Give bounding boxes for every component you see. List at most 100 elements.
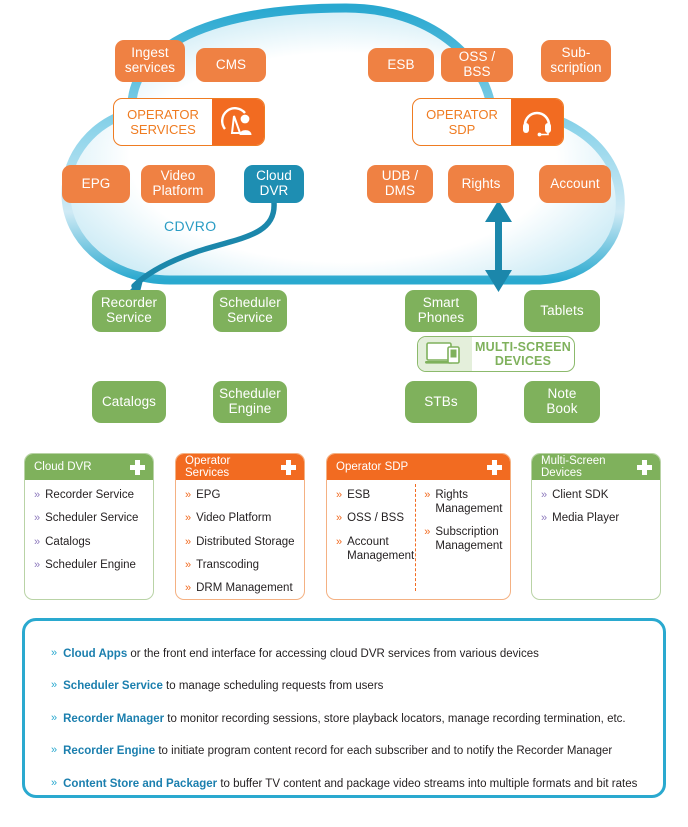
node-scheduler-engine[interactable]: Scheduler Engine	[213, 381, 287, 423]
card-title: Cloud DVR	[34, 460, 92, 473]
card-header: Operator SDP	[327, 454, 510, 480]
list-item[interactable]: » Distributed Storage	[185, 535, 295, 549]
node-scheduler-service[interactable]: Scheduler Service	[213, 290, 287, 332]
legend-term: Content Store and Packager	[63, 777, 218, 790]
headset-icon	[523, 111, 551, 137]
node-label: Scheduler Service	[219, 295, 281, 325]
list-item-label: Distributed Storage	[196, 535, 295, 548]
node-smart-phones[interactable]: Smart Phones	[405, 290, 477, 332]
multiscreen-devices-badge: MULTI-SCREEN DEVICES	[417, 336, 575, 372]
chevron-double-right-icon: »	[51, 744, 58, 757]
card-column: » EPG» Video Platform» Distributed Storage»…	[185, 488, 295, 599]
list-item-label: Video Platform	[196, 512, 272, 525]
list-item[interactable]: » Scheduler Service	[34, 511, 144, 525]
node-label: Tablets	[540, 302, 584, 318]
node-label: Cloud DVR	[256, 168, 292, 198]
list-item[interactable]: » Recorder Service	[34, 488, 144, 502]
legend-row: » Recorder Engine to initiate program con…	[51, 744, 639, 758]
node-cms[interactable]: CMS	[196, 48, 266, 82]
list-item[interactable]: » Client SDK	[541, 488, 651, 502]
multiscreen-devices-icon-cell	[418, 337, 472, 371]
list-item[interactable]: » Rights Management	[424, 488, 502, 516]
node-ingest-services[interactable]: Ingest services	[115, 40, 185, 82]
list-item[interactable]: » Transcoding	[185, 558, 295, 572]
chevron-double-right-icon: »	[336, 535, 343, 548]
node-label: Ingest services	[124, 45, 176, 75]
node-cloud-dvr[interactable]: Cloud DVR	[244, 165, 304, 203]
diagram-canvas: CDVRO Ingest services CMS ESB OSS / BSS Sub-…	[0, 0, 688, 819]
node-label: Recorder Service	[100, 295, 158, 325]
card-title: Operator Services	[185, 454, 231, 479]
card-multi-screen-devices-card[interactable]: Multi-Screen Devices » Client SDK » Media Pl…	[531, 453, 661, 600]
card-header: Operator Services	[176, 454, 304, 480]
list-item-label: OSS / BSS	[347, 512, 405, 525]
cdvro-label: CDVRO	[164, 218, 217, 234]
chevron-double-right-icon: »	[51, 711, 58, 724]
chevron-double-right-icon: »	[51, 679, 58, 692]
list-item[interactable]: » ESB	[336, 488, 414, 502]
list-item-label: EPG	[196, 489, 221, 501]
card-cloud-dvr-card[interactable]: Cloud DVR » Recorder Service » Scheduler Ser…	[24, 453, 154, 600]
chevron-double-right-icon: »	[424, 489, 431, 501]
chevron-double-right-icon: »	[51, 776, 58, 789]
list-item[interactable]: » OSS / BSS	[336, 511, 414, 525]
card-column: » Rights Management » Subscription Manageme…	[414, 488, 502, 572]
card-column: » Recorder Service » Scheduler Service » Cata…	[34, 488, 144, 581]
node-catalogs[interactable]: Catalogs	[92, 381, 166, 423]
node-esb[interactable]: ESB	[368, 48, 434, 82]
legend-text: Recorder Engine to initiate program cont…	[63, 744, 612, 758]
node-oss-bss[interactable]: OSS / BSS	[441, 48, 513, 82]
legend-text: Content Store and Packager to buffer TV …	[63, 777, 637, 791]
legend-text: Cloud Apps or the front end interface fo…	[63, 647, 539, 661]
plus-icon[interactable]	[637, 459, 652, 475]
legend-box: » Cloud Apps or the front end interface f…	[22, 618, 666, 798]
list-item[interactable]: » Subscription Management	[424, 525, 502, 553]
legend-term: Recorder Engine	[63, 745, 156, 758]
list-item[interactable]: » Media Player	[541, 511, 651, 525]
chevron-double-right-icon: »	[541, 489, 548, 501]
node-stbs[interactable]: STBs	[405, 381, 477, 423]
list-item[interactable]: » Catalogs	[34, 535, 144, 549]
list-item[interactable]: » Scheduler Engine	[34, 558, 144, 572]
chevron-double-right-icon: »	[185, 535, 192, 548]
legend-term: Cloud Apps	[63, 648, 128, 660]
card-title: Multi-Screen Devices	[541, 454, 606, 479]
legend-text: Scheduler Service to manage scheduling r…	[63, 679, 383, 693]
node-epg[interactable]: EPG	[62, 165, 130, 203]
node-subscription[interactable]: Sub- scription	[541, 40, 611, 82]
node-account[interactable]: Account	[539, 165, 611, 203]
list-item-label: ESB	[347, 489, 371, 501]
list-item[interactable]: » Video Platform	[185, 511, 295, 525]
chevron-double-right-icon: »	[336, 489, 343, 501]
node-rights[interactable]: Rights	[448, 165, 514, 203]
node-label: Sub- scription	[550, 45, 602, 75]
node-label: ESB	[387, 56, 415, 72]
node-label: UDB / DMS	[381, 168, 419, 198]
node-label: EPG	[81, 175, 111, 191]
list-item[interactable]: » Account Management	[336, 535, 414, 563]
node-video-platform[interactable]: Video Platform	[141, 165, 215, 203]
legend-text: Recorder Manager to monitor recording se…	[63, 712, 625, 726]
node-note-book[interactable]: Note Book	[524, 381, 600, 423]
node-recorder-service[interactable]: Recorder Service	[92, 290, 166, 332]
node-tablets[interactable]: Tablets	[524, 290, 600, 332]
chevron-double-right-icon: »	[541, 512, 548, 525]
card-header: Cloud DVR	[25, 454, 153, 480]
operator-box-operator-services[interactable]: OPERATOR SERVICES	[113, 98, 265, 146]
list-item-label: Scheduler Engine	[45, 558, 136, 571]
list-item[interactable]: » DRM Management	[185, 581, 295, 595]
headset-icon-cell	[511, 99, 563, 145]
node-label: OSS / BSS	[458, 49, 496, 79]
card-body: » ESB » OSS / BSS » Account Management » Rights…	[327, 480, 510, 578]
operator-services-icon-cell	[212, 99, 264, 145]
chevron-double-right-icon: »	[51, 647, 58, 659]
card-body: » Client SDK » Media Player	[532, 480, 660, 541]
plus-icon[interactable]	[487, 459, 502, 475]
plus-icon[interactable]	[130, 459, 145, 475]
operator-box-operator-sdp[interactable]: OPERATOR SDP	[412, 98, 564, 146]
card-operator-sdp-card[interactable]: Operator SDP » ESB » OSS / BSS » Account Manag…	[326, 453, 511, 600]
plus-icon[interactable]	[281, 459, 296, 475]
card-operator-services-card[interactable]: Operator Services » EPG » Video Platform » Dis…	[175, 453, 305, 600]
node-udb-dms[interactable]: UDB / DMS	[367, 165, 433, 203]
list-item[interactable]: » EPG	[185, 488, 295, 502]
